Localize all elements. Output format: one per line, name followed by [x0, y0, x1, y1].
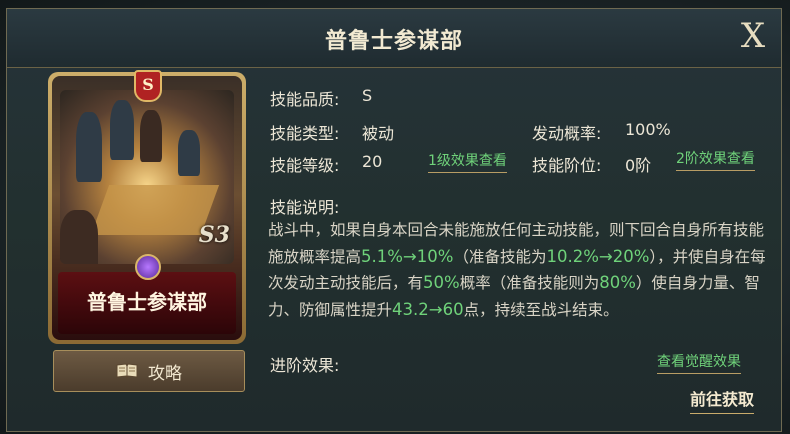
level1-effect-link[interactable]: 1级效果查看 — [428, 150, 507, 173]
rank-badge: S — [134, 70, 162, 102]
dialog-header: 普鲁士参谋部 X — [7, 9, 781, 68]
tier2-effect-link[interactable]: 2阶效果查看 — [676, 148, 755, 171]
chance-label: 发动概率: — [532, 124, 602, 143]
advance-label: 进阶效果: — [270, 356, 340, 375]
tier-label: 技能阶位: — [532, 156, 602, 175]
card-name: 普鲁士参谋部 — [87, 290, 207, 314]
description-text: （准备技能为 — [453, 247, 547, 266]
skill-description: 战斗中，如果自身本回合未能施放任何主动技能，则下回合自身所有技能施放概率提高5.… — [268, 218, 768, 323]
officer-figure — [178, 130, 200, 176]
quality-value: S — [362, 86, 373, 105]
tier-value: 0阶 — [625, 156, 652, 175]
type-value: 被动 — [362, 124, 395, 143]
skill-level-mark: S3 — [198, 222, 230, 248]
officer-figure — [140, 110, 162, 162]
officer-figure — [110, 100, 134, 160]
gem-icon — [135, 254, 161, 280]
skill-card: S3 普鲁士参谋部 S — [48, 70, 246, 344]
quality-label: 技能品质: — [270, 90, 340, 109]
description-highlight: 50% — [423, 273, 460, 292]
close-icon[interactable]: X — [735, 17, 771, 55]
description-text: 点，持续至战斗结束。 — [463, 300, 619, 319]
level-value: 20 — [362, 152, 383, 171]
description-highlight: 10.2%→20% — [546, 246, 650, 266]
description-text: 概率（准备技能则为 — [459, 274, 600, 292]
description-highlight: 43.2→60 — [392, 299, 464, 319]
dialog-title: 普鲁士参谋部 — [324, 29, 463, 54]
chance-value: 100% — [625, 120, 671, 139]
level-label: 技能等级: — [270, 156, 340, 175]
guide-label: 攻略 — [148, 363, 182, 384]
guide-button[interactable]: 攻略 — [53, 350, 245, 392]
type-label: 技能类型: — [270, 124, 340, 143]
description-label: 技能说明: — [270, 198, 340, 217]
description-highlight: 5.1%→10% — [361, 246, 454, 266]
officer-figure — [76, 112, 102, 182]
awaken-effect-link[interactable]: 查看觉醒效果 — [657, 351, 741, 374]
officer-figure — [60, 210, 98, 264]
description-highlight: 80% — [599, 273, 636, 292]
goto-obtain-link[interactable]: 前往获取 — [690, 386, 755, 414]
book-icon — [116, 363, 138, 380]
card-frame: S3 普鲁士参谋部 — [52, 76, 242, 340]
